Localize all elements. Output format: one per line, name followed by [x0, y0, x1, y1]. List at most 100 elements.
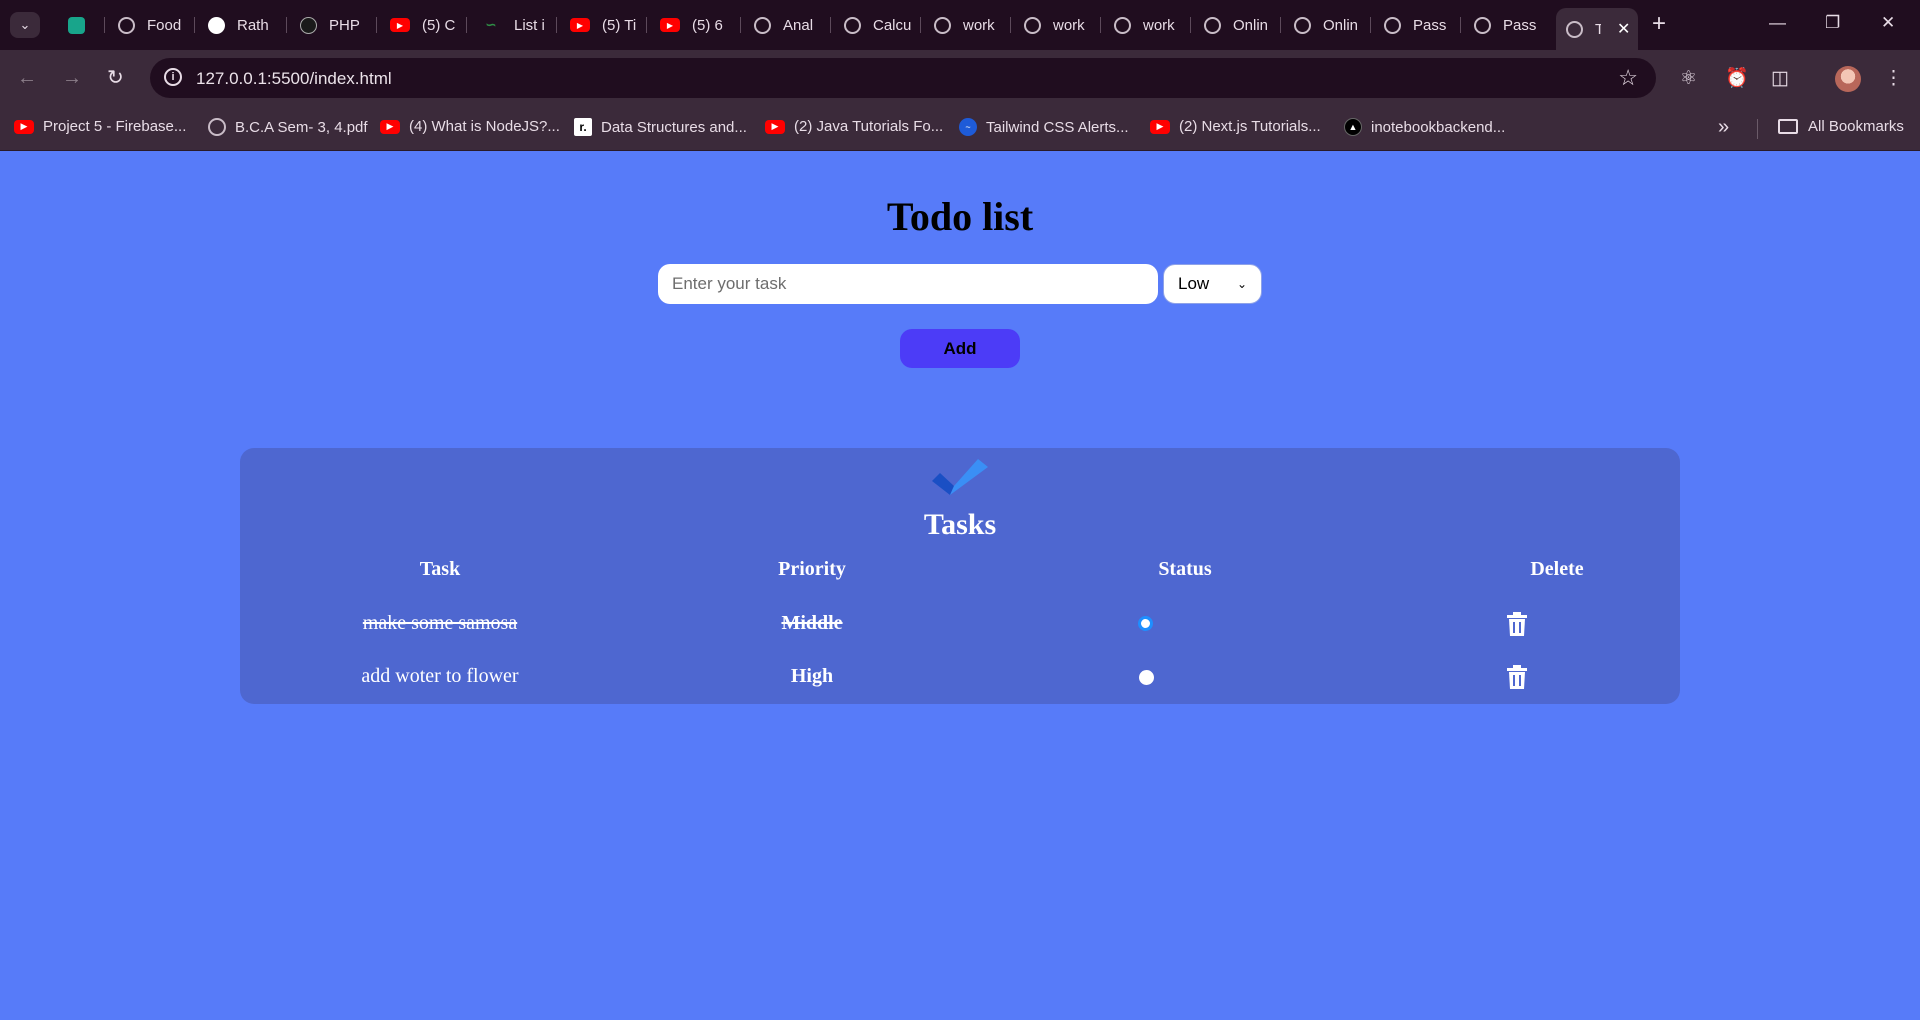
header-priority: Priority [778, 558, 846, 580]
chevron-down-icon: ⌄ [1236, 277, 1247, 291]
tab-pass-1[interactable]: Pass [1374, 8, 1454, 42]
bookmark-item[interactable]: ~ Tailwind CSS Alerts... [959, 118, 1129, 136]
extensions-puzzle-icon[interactable]: ◫ [1771, 68, 1789, 90]
bookmark-item[interactable]: ▶ (2) Next.js Tutorials... [1150, 118, 1321, 135]
forward-button[interactable]: → [62, 66, 82, 90]
tab-label: work [1053, 16, 1085, 34]
menu-dots-icon[interactable]: ⋮ [1884, 68, 1903, 90]
globe-icon [1204, 16, 1221, 34]
tab-label: Rath [237, 16, 269, 34]
address-bar[interactable]: i 127.0.0.1:5500/index.html ☆ [150, 58, 1656, 98]
bookmark-label: Project 5 - Firebase... [43, 118, 187, 135]
tab-calc[interactable]: Calcu [834, 8, 914, 42]
youtube-icon: ▶ [14, 119, 34, 134]
all-bookmarks-button[interactable]: All Bookmarks [1778, 118, 1904, 135]
priority-select[interactable]: Low ⌄ [1163, 264, 1262, 304]
task-priority: High [790, 665, 834, 687]
tab-label: (5) Ti [602, 16, 637, 34]
youtube-icon: ▶ [660, 18, 680, 32]
tab-label: Pass [1503, 16, 1537, 34]
bookmark-item[interactable]: B.C.A Sem- 3, 4.pdf [208, 118, 368, 136]
tab-bar: ⌄ Food Rath PHP ▶ (5) C ∽ List i ▶ (5) T… [0, 0, 1920, 50]
close-window-button[interactable]: ✕ [1881, 13, 1895, 33]
bookmark-label: (2) Java Tutorials Fo... [794, 118, 944, 135]
bookmark-star-icon[interactable]: ☆ [1618, 65, 1638, 91]
bookmark-label: Tailwind CSS Alerts... [986, 118, 1129, 136]
page-content: Todo list Low ⌄ Add Tasks Task Priority … [0, 151, 1920, 1020]
folder-icon [1778, 119, 1798, 134]
bookmark-item[interactable]: r. Data Structures and... [574, 118, 747, 136]
profile-avatar[interactable] [1835, 66, 1861, 92]
alarm-extension-icon[interactable]: ⏰ [1725, 68, 1749, 90]
info-icon[interactable]: i [164, 68, 182, 86]
task-input[interactable] [658, 264, 1158, 304]
bookmark-item[interactable]: ▲ inotebookbackend... [1344, 118, 1505, 136]
new-tab-button[interactable]: + [1652, 12, 1666, 36]
bookmark-item[interactable]: ▶ (2) Java Tutorials Fo... [765, 118, 943, 135]
chevron-down-icon: ⌄ [19, 17, 31, 32]
tab-app[interactable] [58, 8, 102, 42]
bookmark-label: B.C.A Sem- 3, 4.pdf [235, 118, 368, 136]
tab-gfg[interactable]: ∽ List i [470, 8, 550, 42]
bookmark-item[interactable]: ▶ Project 5 - Firebase... [14, 118, 186, 135]
youtube-icon: ▶ [380, 119, 400, 134]
geeksforgeeks-icon: ∽ [485, 17, 497, 32]
youtube-icon: ▶ [1150, 119, 1170, 134]
toolbar: ← → ↻ i 127.0.0.1:5500/index.html ☆ ⚛ ⏰ … [0, 50, 1920, 107]
bookmark-item[interactable]: ▶ (4) What is NodeJS?... [380, 118, 560, 135]
tab-label: Calcu [873, 16, 912, 34]
tab-label: Pass [1413, 16, 1447, 34]
tab-label: Anal [783, 16, 814, 34]
minimize-button[interactable]: — [1769, 13, 1786, 33]
reload-button[interactable]: ↻ [107, 66, 124, 90]
tab-youtube-3[interactable]: ▶ (5) 6 [650, 8, 730, 42]
green-app-icon [68, 16, 85, 34]
tab-active[interactable]: T ✕ [1556, 8, 1638, 50]
status-radio-done[interactable] [1138, 616, 1153, 631]
globe-icon [208, 118, 226, 136]
github-icon [208, 16, 225, 34]
react-devtools-icon[interactable]: ⚛ [1680, 68, 1697, 90]
tab-search-button[interactable]: ⌄ [10, 12, 40, 38]
tab-pass-2[interactable]: Pass [1464, 8, 1544, 42]
tab-php[interactable]: PHP [290, 8, 370, 42]
add-button[interactable]: Add [900, 329, 1020, 368]
globe-icon [1114, 16, 1131, 34]
url-text[interactable]: 127.0.0.1:5500/index.html [196, 69, 392, 89]
globe-icon [1024, 16, 1041, 34]
trash-icon[interactable] [1507, 612, 1527, 636]
header-task: Task [419, 558, 461, 580]
bookmark-label: (4) What is NodeJS?... [409, 118, 560, 135]
tasks-card: Tasks Task Priority Status Delete make s… [240, 448, 1680, 704]
tab-label: Onlin [1233, 16, 1269, 34]
header-status: Status [1158, 558, 1212, 580]
tab-label: (5) C [422, 16, 456, 34]
tab-work-2[interactable]: work [1014, 8, 1094, 42]
restore-button[interactable]: ❐ [1825, 13, 1840, 33]
tab-food[interactable]: Food [108, 8, 190, 42]
trash-icon[interactable] [1507, 665, 1527, 689]
tab-youtube-2[interactable]: ▶ (5) Ti [560, 8, 640, 42]
all-bookmarks-label: All Bookmarks [1808, 118, 1904, 135]
tab-anal[interactable]: Anal [744, 8, 824, 42]
tab-youtube-1[interactable]: ▶ (5) C [380, 8, 460, 42]
page-title: Todo list [886, 194, 1034, 239]
tab-work-1[interactable]: work [924, 8, 1004, 42]
tab-label: work [1143, 16, 1175, 34]
header-delete: Delete [1530, 558, 1584, 580]
globe-icon [754, 16, 771, 34]
tab-online-2[interactable]: Onlin [1284, 8, 1364, 42]
task-name: make some samosa [362, 612, 518, 634]
globe-icon [934, 16, 951, 34]
tab-github[interactable]: Rath [198, 8, 274, 42]
tab-online-1[interactable]: Onlin [1194, 8, 1274, 42]
tab-work-3[interactable]: work [1104, 8, 1184, 42]
youtube-icon: ▶ [570, 18, 590, 32]
status-radio-pending[interactable] [1139, 670, 1154, 685]
youtube-icon: ▶ [390, 18, 410, 32]
tab-label: T [1595, 20, 1601, 38]
close-icon[interactable]: ✕ [1617, 19, 1630, 39]
more-bookmarks-icon[interactable]: » [1718, 116, 1729, 139]
back-button[interactable]: ← [17, 66, 37, 90]
globe-icon [1566, 20, 1583, 38]
